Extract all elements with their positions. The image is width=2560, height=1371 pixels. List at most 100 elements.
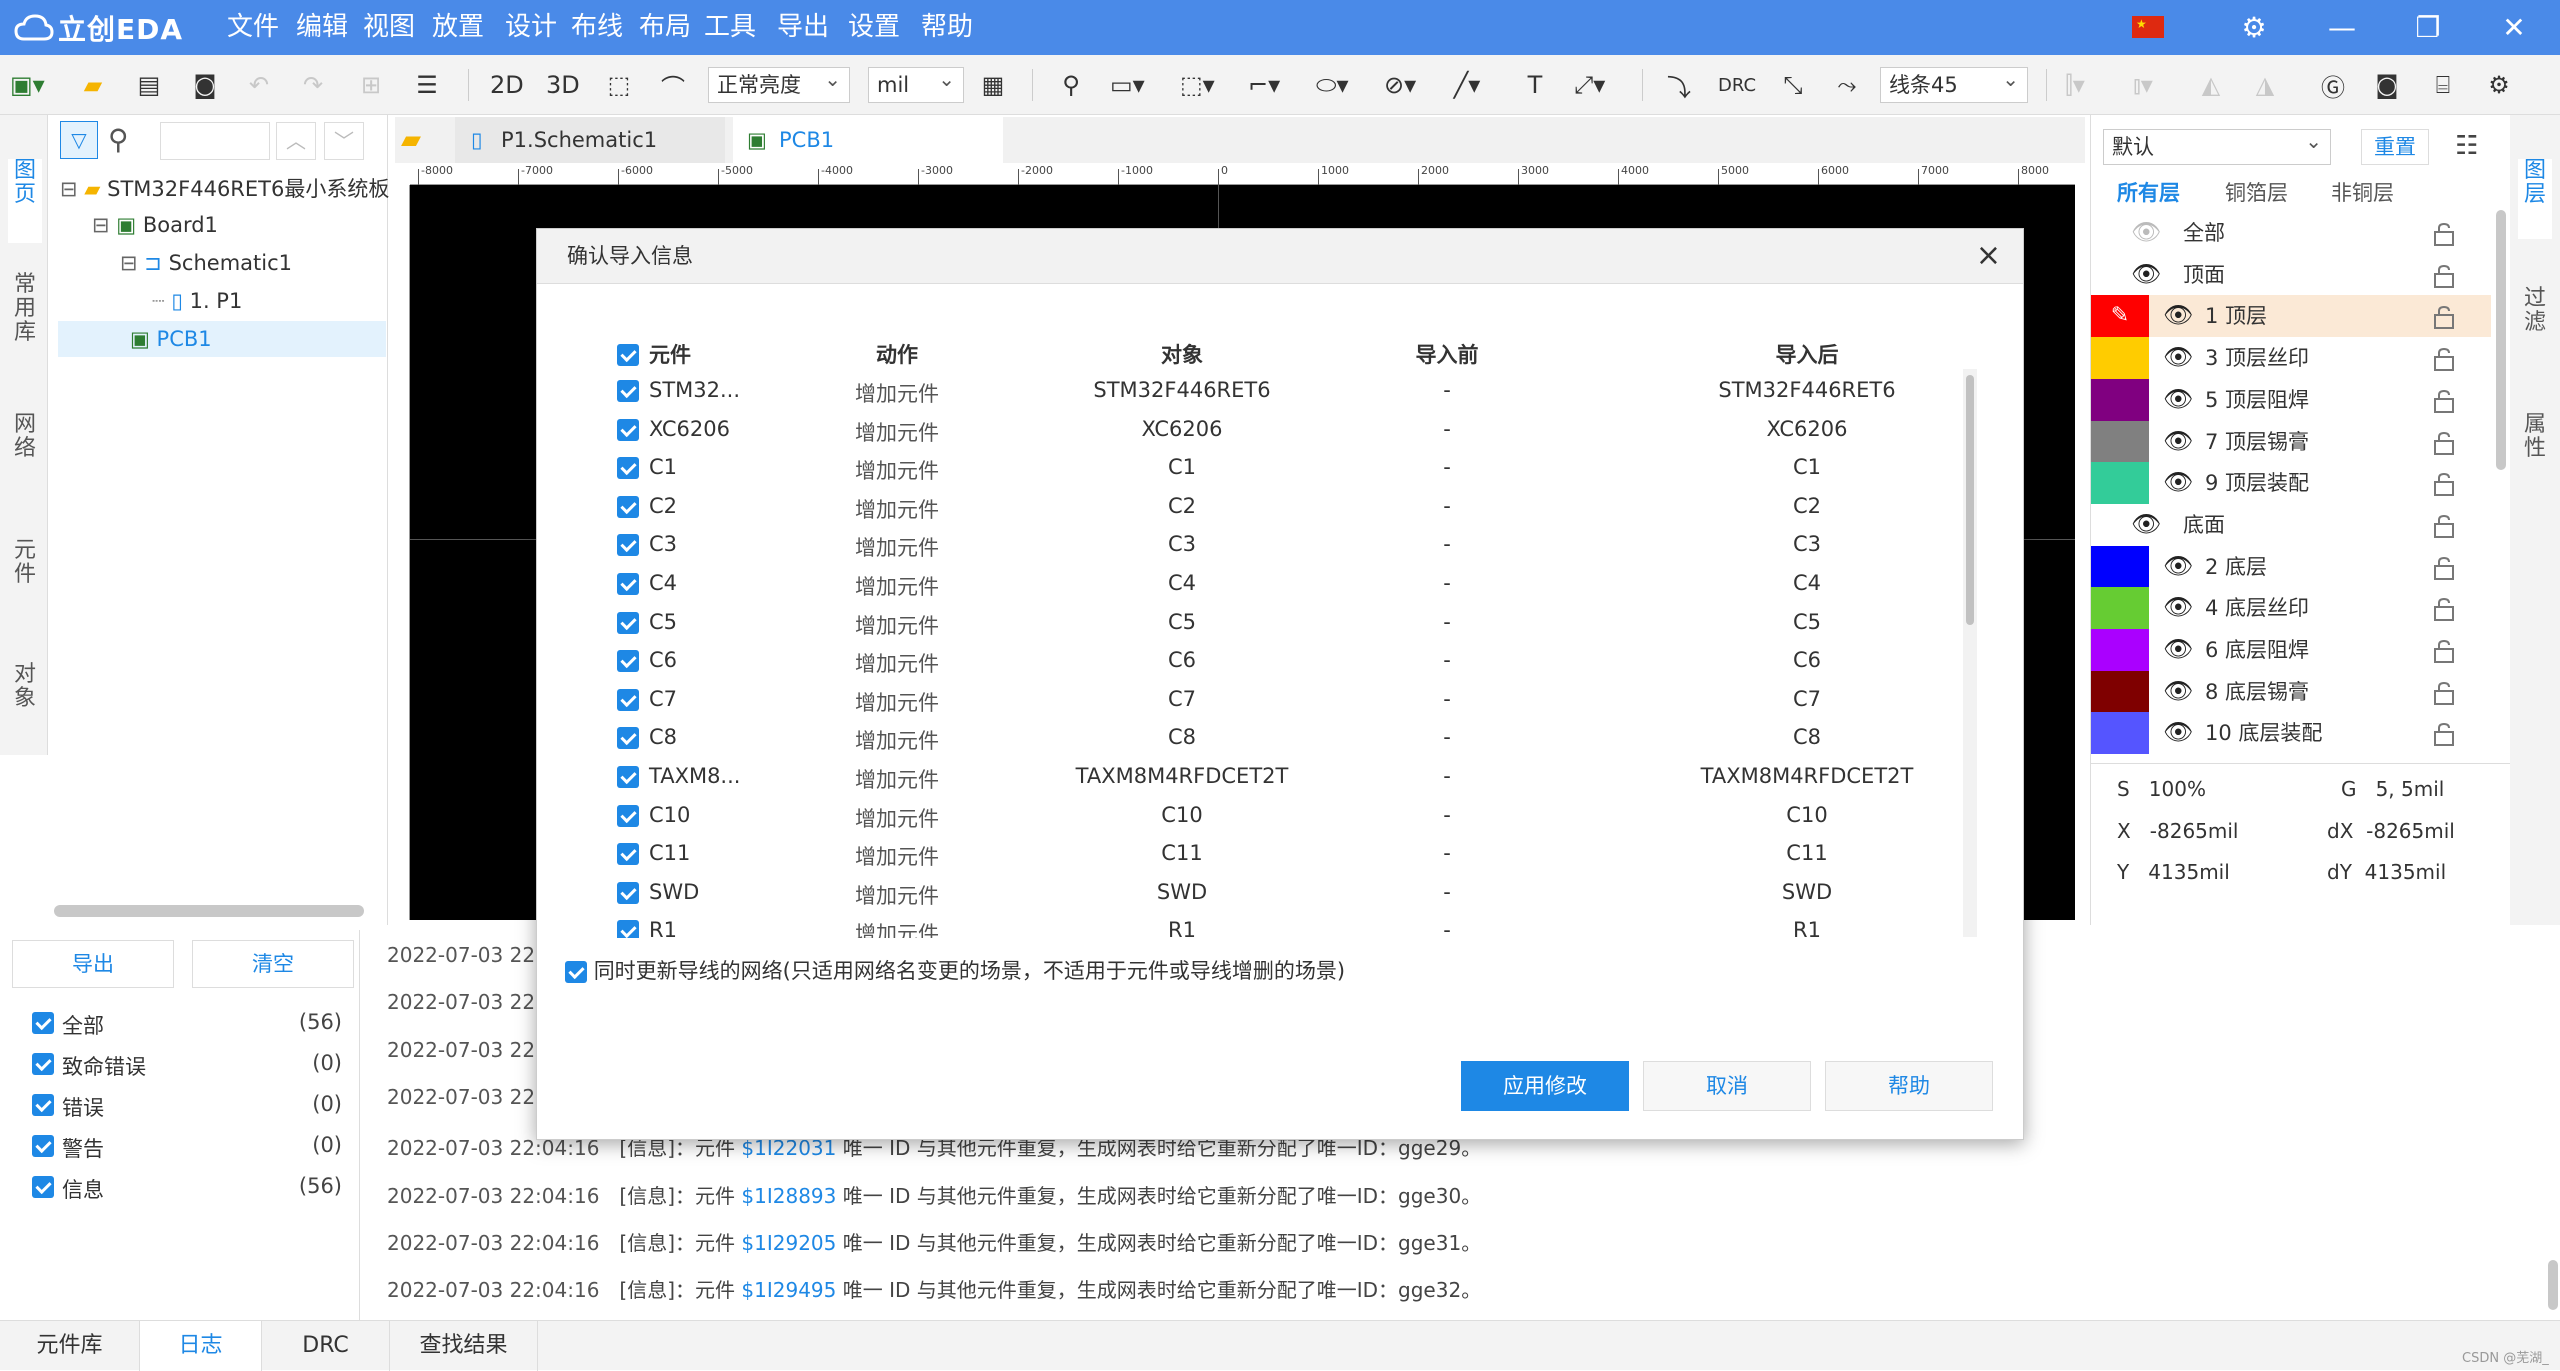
minimize-icon[interactable]: — <box>2312 0 2372 55</box>
filter-checkbox[interactable] <box>32 1053 54 1075</box>
align-left-icon[interactable]: ⫿▾ <box>2060 67 2090 103</box>
chevron-down-icon[interactable]: ﹀ <box>324 122 364 160</box>
row-checkbox[interactable] <box>617 494 639 518</box>
menu-item[interactable]: 导出 <box>777 0 829 55</box>
layer-row[interactable]: 👁︎ 6 底层阻焊 <box>2091 629 2491 671</box>
layer-color-swatch[interactable] <box>2091 587 2149 630</box>
eye-icon[interactable]: 👁︎ <box>2163 635 2193 663</box>
eye-icon[interactable]: 👁︎ <box>2163 677 2193 705</box>
polygon-icon[interactable]: ⌐▾ <box>1248 67 1280 103</box>
layers-scrollbar[interactable] <box>2496 210 2506 470</box>
eye-icon[interactable]: 👁︎ <box>2131 510 2161 538</box>
photo-view-icon[interactable]: ◙ <box>2372 67 2402 103</box>
eye-icon[interactable]: 👁︎ <box>2163 385 2193 413</box>
layer-row[interactable]: 👁︎ 4 底层丝印 <box>2091 587 2491 630</box>
restore-icon[interactable]: ❐ <box>2398 0 2458 55</box>
layer-preset-select[interactable]: 默认 <box>2103 124 2331 165</box>
layer-row[interactable]: 👁︎ 3 顶层丝印 <box>2091 337 2491 380</box>
lock-icon[interactable] <box>2431 347 2457 372</box>
layer-color-swatch[interactable] <box>2091 462 2149 505</box>
tree-item-project[interactable]: ⊟ ▰ STM32F446RET6最小系统板 <box>60 171 389 207</box>
eye-icon[interactable]: 👁︎ <box>2163 718 2193 746</box>
lock-icon[interactable] <box>2431 472 2457 497</box>
row-checkbox[interactable] <box>617 841 639 866</box>
log-filter-item[interactable]: 致命错误 (0) <box>32 1051 342 1081</box>
tab-log[interactable]: 日志 <box>140 1321 262 1371</box>
row-checkbox[interactable] <box>617 648 639 673</box>
menu-item[interactable]: 文件 <box>227 0 279 55</box>
dialog-table-scrollbar[interactable] <box>1963 369 1977 937</box>
lock-icon[interactable] <box>2431 431 2457 455</box>
drc-button[interactable]: DRC <box>1718 67 1756 103</box>
log-component-link[interactable]: $1I29205 <box>741 1231 836 1255</box>
toolbar-settings-icon[interactable]: ⚙ <box>2484 67 2514 103</box>
tab-components[interactable]: 元件 <box>8 539 42 587</box>
cancel-button[interactable]: 取消 <box>1643 1061 1811 1111</box>
eye-icon[interactable]: 👁︎ <box>2163 343 2193 371</box>
layer-row[interactable]: ✎ 👁︎ 1 顶层 <box>2091 295 2491 338</box>
save-all-icon[interactable]: ◙ <box>190 67 220 103</box>
grid-icon[interactable]: ▦ <box>978 67 1008 103</box>
reset-button[interactable]: 重置 <box>2361 129 2429 165</box>
redo-icon[interactable]: ↷ <box>298 67 328 103</box>
log-filter-item[interactable]: 警告 (0) <box>32 1133 342 1163</box>
tab-drc[interactable]: DRC <box>262 1321 390 1371</box>
log-filter-item[interactable]: 全部 (56) <box>32 1010 342 1040</box>
menu-item[interactable]: 视图 <box>363 0 415 55</box>
row-checkbox[interactable] <box>617 532 639 557</box>
tab-find-results[interactable]: 查找结果 <box>390 1321 538 1371</box>
list-icon[interactable]: ☰ <box>412 67 442 103</box>
log-filter-item[interactable]: 信息 (56) <box>32 1174 342 1204</box>
pin-tool-icon[interactable]: ⚲ <box>1056 67 1086 103</box>
select-all-checkbox[interactable] <box>617 341 639 366</box>
menu-item[interactable]: 放置 <box>432 0 484 55</box>
new-project-icon[interactable]: ▣▾ <box>10 67 45 103</box>
save-icon[interactable]: ▤ <box>134 67 164 103</box>
tree-item-schematic[interactable]: ⊟ ⊐ Schematic1 <box>120 245 292 281</box>
tree-item-pcb[interactable]: ▣ PCB1 <box>58 321 386 357</box>
tab-schematic[interactable]: ▯ P1.Schematic1 <box>455 117 725 163</box>
ellipse-icon[interactable]: ⬭▾ <box>1316 67 1349 103</box>
log-filter-item[interactable]: 错误 (0) <box>32 1092 342 1122</box>
align-top-icon[interactable]: ⫾▾ <box>2128 67 2158 103</box>
lock-icon[interactable] <box>2431 389 2457 413</box>
no-connect-icon[interactable]: ⊘▾ <box>1384 67 1416 103</box>
menu-item[interactable]: 编辑 <box>296 0 348 55</box>
app-logo[interactable]: 立创EDA <box>14 10 183 46</box>
row-checkbox[interactable] <box>617 764 639 788</box>
filter-icon[interactable]: ▽ <box>60 121 98 159</box>
eye-icon[interactable]: 👁︎ <box>2163 301 2193 329</box>
layer-row[interactable]: 👁︎ 2 底层 <box>2091 545 2491 588</box>
lock-icon[interactable] <box>2431 639 2457 663</box>
update-net-checkbox[interactable] <box>565 961 587 983</box>
layer-color-swatch[interactable]: ✎ <box>2091 295 2149 338</box>
menu-item[interactable]: 设计 <box>505 0 557 55</box>
row-checkbox[interactable] <box>617 725 639 750</box>
layer-row[interactable]: 👁︎ 5 顶层阻焊 <box>2091 378 2491 421</box>
gerber-icon[interactable]: Ⓖ <box>2318 67 2348 103</box>
eye-icon[interactable]: 👁︎ <box>2163 468 2193 496</box>
search-icon[interactable]: ⚲ <box>108 123 129 156</box>
chevron-up-icon[interactable]: ︿ <box>276 122 316 160</box>
tab-pages[interactable]: 图页 <box>8 159 42 243</box>
layer-row[interactable]: 👁︎ 10 底层装配 <box>2091 712 2491 755</box>
row-checkbox[interactable] <box>617 803 639 827</box>
tab-copper-layers[interactable]: 铜箔层 <box>2225 177 2288 207</box>
tab-common-library[interactable]: 常用库 <box>8 273 42 345</box>
filter-checkbox[interactable] <box>32 1012 54 1034</box>
tree-horizontal-scrollbar[interactable] <box>54 905 364 917</box>
dimension-icon[interactable]: ⤢▾ <box>1574 67 1605 103</box>
lock-icon[interactable] <box>2431 681 2457 705</box>
row-checkbox[interactable] <box>617 455 639 480</box>
tab-nets[interactable]: 网络 <box>8 413 42 461</box>
settings-gear-icon[interactable]: ⚙ <box>2224 0 2284 55</box>
layer-row[interactable]: 👁︎ 8 底层锡膏 <box>2091 670 2491 713</box>
layer-row[interactable]: 👁︎ 底面 <box>2091 504 2491 546</box>
lock-icon[interactable] <box>2431 514 2457 538</box>
brightness-select[interactable]: 正常亮度 <box>708 62 850 103</box>
lock-icon[interactable] <box>2431 722 2457 747</box>
line-icon[interactable]: ╱▾ <box>1452 67 1482 103</box>
layer-row[interactable]: 👁︎ 顶面 <box>2091 254 2491 296</box>
menu-item[interactable]: 布局 <box>639 0 691 55</box>
layer-color-swatch[interactable] <box>2091 378 2149 421</box>
